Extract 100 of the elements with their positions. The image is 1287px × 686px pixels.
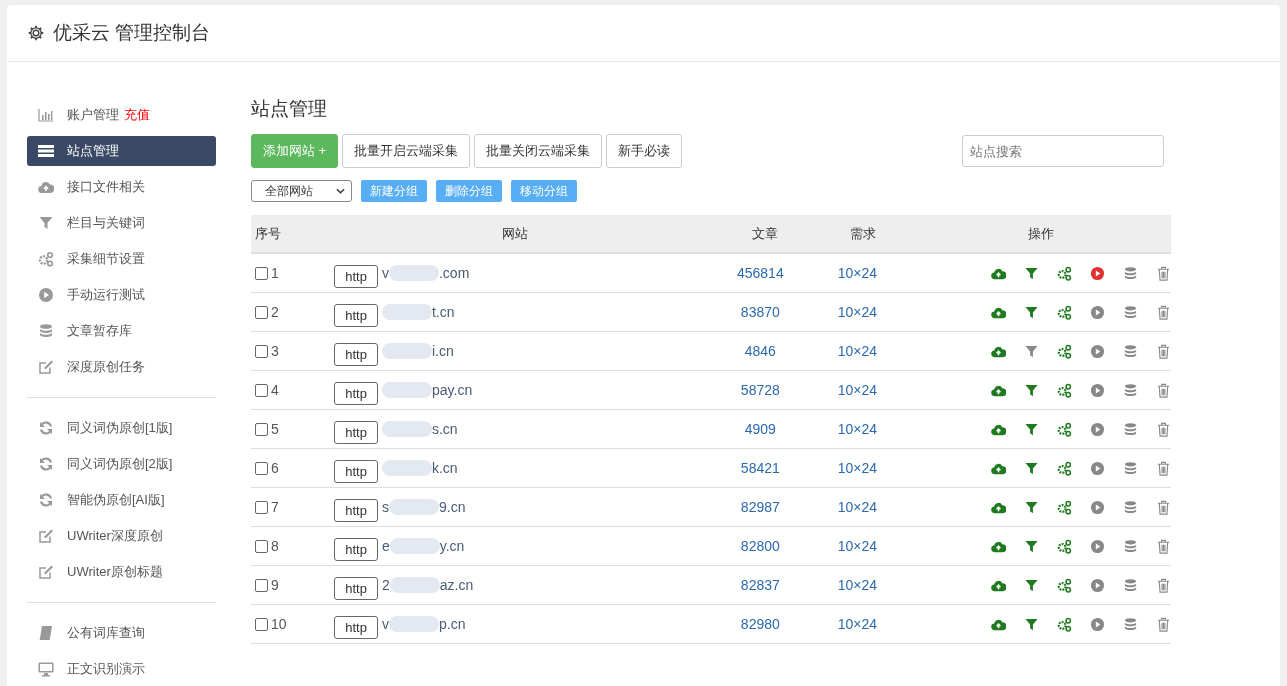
trash-icon[interactable] (1156, 304, 1171, 320)
search-field[interactable]: 站点搜索 (962, 135, 1164, 167)
database-icon[interactable] (1123, 304, 1138, 320)
checkbox[interactable] (255, 266, 268, 280)
filter-icon[interactable] (1024, 304, 1039, 320)
database-icon[interactable] (1123, 616, 1138, 632)
gears-icon[interactable] (1057, 577, 1072, 593)
article-count: 456814 (735, 265, 785, 281)
gears-icon[interactable] (1057, 382, 1072, 398)
toolbar-button[interactable]: 批量关闭云端采集 (474, 134, 603, 168)
play-icon (38, 287, 54, 303)
sidebar-item[interactable]: 深度原创任务 (27, 352, 216, 382)
sidebar-item[interactable]: 采集细节设置 (27, 244, 216, 274)
checkbox[interactable] (255, 383, 268, 397)
sidebar-item[interactable]: 文章暂存库 (27, 316, 216, 346)
filter-icon[interactable] (1024, 421, 1039, 437)
checkbox[interactable] (255, 305, 268, 319)
sidebar-item[interactable]: 站点管理 (27, 136, 216, 166)
database-icon[interactable] (1123, 538, 1138, 554)
database-icon[interactable] (1123, 460, 1138, 476)
sidebar-item[interactable]: UWriter深度原创 (27, 521, 216, 551)
domain-text: e (381, 538, 390, 554)
trash-icon[interactable] (1156, 421, 1171, 437)
database-icon[interactable] (1123, 577, 1138, 593)
sidebar-item-label: 正文识别演示 (67, 660, 145, 678)
filter-icon[interactable] (1024, 265, 1039, 281)
play-icon[interactable] (1090, 343, 1105, 359)
filter-icon[interactable] (1024, 382, 1039, 398)
list-icon (38, 143, 54, 159)
checkbox[interactable] (255, 500, 268, 514)
filter-icon[interactable] (1024, 460, 1039, 476)
sidebar-item[interactable]: 公有词库查询 (27, 618, 216, 648)
filter-icon[interactable] (1024, 577, 1039, 593)
play-icon[interactable] (1090, 616, 1105, 632)
play-icon[interactable] (1090, 304, 1105, 320)
recharge-link[interactable]: 充值 (124, 106, 150, 124)
play-icon[interactable] (1090, 421, 1105, 437)
play-icon[interactable] (1090, 382, 1105, 398)
checkbox[interactable] (255, 344, 268, 358)
checkbox[interactable] (255, 578, 268, 592)
play-icon[interactable] (1090, 538, 1105, 554)
checkbox[interactable] (255, 461, 268, 475)
filter-icon[interactable] (1024, 343, 1039, 359)
gears-icon[interactable] (1057, 343, 1072, 359)
gears-icon[interactable] (1057, 421, 1072, 437)
gears-icon[interactable] (1057, 616, 1072, 632)
demand-value: 10×24 (836, 343, 879, 359)
gears-icon[interactable] (1057, 538, 1072, 554)
domain-text: p.cn (438, 616, 466, 632)
checkbox[interactable] (255, 422, 268, 436)
group-select[interactable]: 全部网站 (251, 180, 352, 202)
demand-value: 10×24 (836, 499, 879, 515)
play-icon[interactable] (1090, 499, 1105, 515)
row-number: 3 (271, 343, 279, 359)
filter-icon[interactable] (1024, 616, 1039, 632)
toolbar-button[interactable]: 批量开启云端采集 (342, 134, 471, 168)
trash-icon[interactable] (1156, 577, 1171, 593)
sidebar-item-label: 接口文件相关 (67, 178, 145, 196)
demand-value: 10×24 (836, 460, 879, 476)
sidebar-item[interactable]: 账户管理 充值 (27, 100, 216, 130)
domain-text: k.cn (431, 460, 458, 476)
gears-icon[interactable] (1057, 265, 1072, 281)
checkbox[interactable] (255, 617, 268, 631)
monitor-icon (38, 661, 54, 677)
sidebar-item[interactable]: UWriter原创标题 (27, 557, 216, 587)
database-icon[interactable] (1123, 421, 1138, 437)
row-number: 8 (271, 538, 279, 554)
database-icon[interactable] (1123, 343, 1138, 359)
sidebar-item[interactable]: 同义词伪原创[1版] (27, 413, 216, 443)
trash-icon[interactable] (1156, 265, 1171, 281)
database-icon[interactable] (1123, 499, 1138, 515)
sidebar-item[interactable]: 正文识别演示 (27, 654, 216, 684)
trash-icon[interactable] (1156, 499, 1171, 515)
sidebar-item[interactable]: 手动运行测试 (27, 280, 216, 310)
trash-icon[interactable] (1156, 460, 1171, 476)
edit-icon (38, 359, 54, 375)
database-icon[interactable] (1123, 382, 1138, 398)
row-number: 7 (271, 499, 279, 515)
database-icon[interactable] (1123, 265, 1138, 281)
play-icon[interactable] (1090, 577, 1105, 593)
row-number: 10 (271, 616, 287, 632)
play-icon[interactable] (1090, 265, 1105, 281)
checkbox[interactable] (255, 539, 268, 553)
edit-icon (38, 564, 54, 580)
trash-icon[interactable] (1156, 538, 1171, 554)
filter-icon[interactable] (1024, 499, 1039, 515)
play-icon[interactable] (1090, 460, 1105, 476)
gears-icon[interactable] (1057, 304, 1072, 320)
gears-icon[interactable] (1057, 460, 1072, 476)
sidebar-item[interactable]: 同义词伪原创[2版] (27, 449, 216, 479)
sidebar-item[interactable]: 栏目与关键词 (27, 208, 216, 238)
trash-icon[interactable] (1156, 343, 1171, 359)
article-count: 4846 (743, 343, 777, 359)
gears-icon[interactable] (1057, 499, 1072, 515)
trash-icon[interactable] (1156, 382, 1171, 398)
trash-icon[interactable] (1156, 616, 1171, 632)
filter-icon[interactable] (1024, 538, 1039, 554)
sidebar-item[interactable]: 接口文件相关 (27, 172, 216, 202)
sidebar-item[interactable]: 智能伪原创[AI版] (27, 485, 216, 515)
toolbar-button[interactable]: 新手必读 (606, 134, 683, 168)
